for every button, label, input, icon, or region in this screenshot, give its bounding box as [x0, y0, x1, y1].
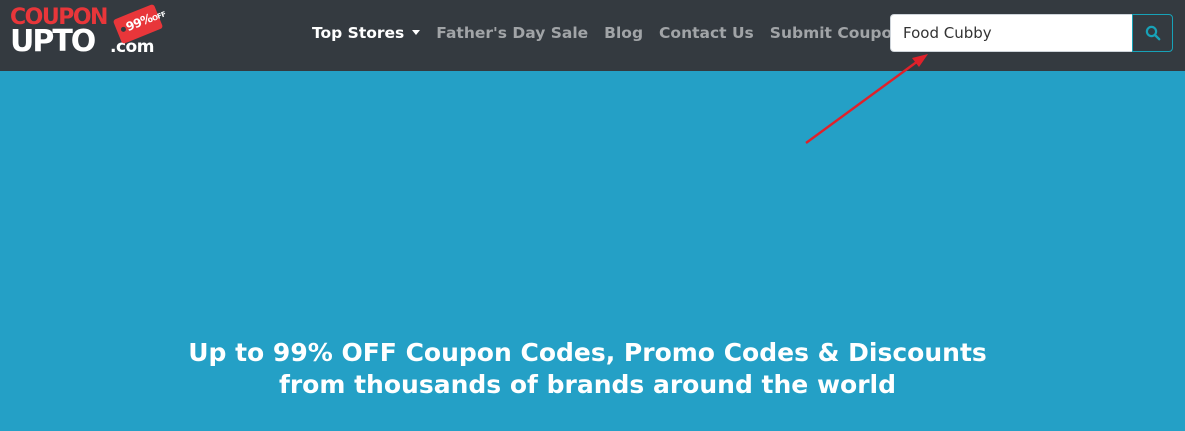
nav-item-label: Submit Coupon — [769, 23, 904, 42]
search-input[interactable] — [890, 14, 1132, 52]
nav-item-blog[interactable]: Blog — [596, 24, 651, 42]
search-icon — [1145, 25, 1160, 41]
tag-number: 99% — [123, 10, 155, 35]
nav-item-label: Father's Day Sale — [436, 23, 589, 42]
nav-item-contact-us[interactable]: Contact Us — [651, 24, 762, 42]
site-logo[interactable]: COUPON UPTO .com 99%OFF — [10, 3, 170, 63]
top-navbar: COUPON UPTO .com 99%OFF Top Stores Fathe… — [0, 0, 1185, 71]
logo-domain-suffix: .com — [110, 37, 154, 57]
nav-item-fathers-day-sale[interactable]: Father's Day Sale — [428, 24, 596, 42]
caret-down-icon — [412, 30, 421, 35]
search-button[interactable] — [1132, 14, 1173, 52]
hero-heading-line-1: Up to 99% OFF Coupon Codes, Promo Codes … — [188, 338, 987, 367]
nav-item-label: Top Stores — [312, 23, 405, 42]
nav-item-top-stores[interactable]: Top Stores — [304, 24, 428, 42]
tag-off: OFF — [151, 10, 167, 23]
nav-item-submit-coupon[interactable]: Submit Coupon — [762, 24, 911, 42]
hero-heading: Up to 99% OFF Coupon Codes, Promo Codes … — [0, 337, 1175, 401]
main-nav: Top Stores Father's Day Sale Blog Contac… — [304, 0, 911, 65]
logo-word-upto: UPTO — [10, 24, 96, 59]
hero-banner: Up to 99% OFF Coupon Codes, Promo Codes … — [0, 71, 1185, 431]
tag-text: 99%OFF — [124, 6, 168, 36]
nav-item-label: Blog — [604, 23, 644, 42]
nav-item-label: Contact Us — [659, 23, 754, 42]
hero-heading-line-2: from thousands of brands around the worl… — [278, 370, 897, 399]
